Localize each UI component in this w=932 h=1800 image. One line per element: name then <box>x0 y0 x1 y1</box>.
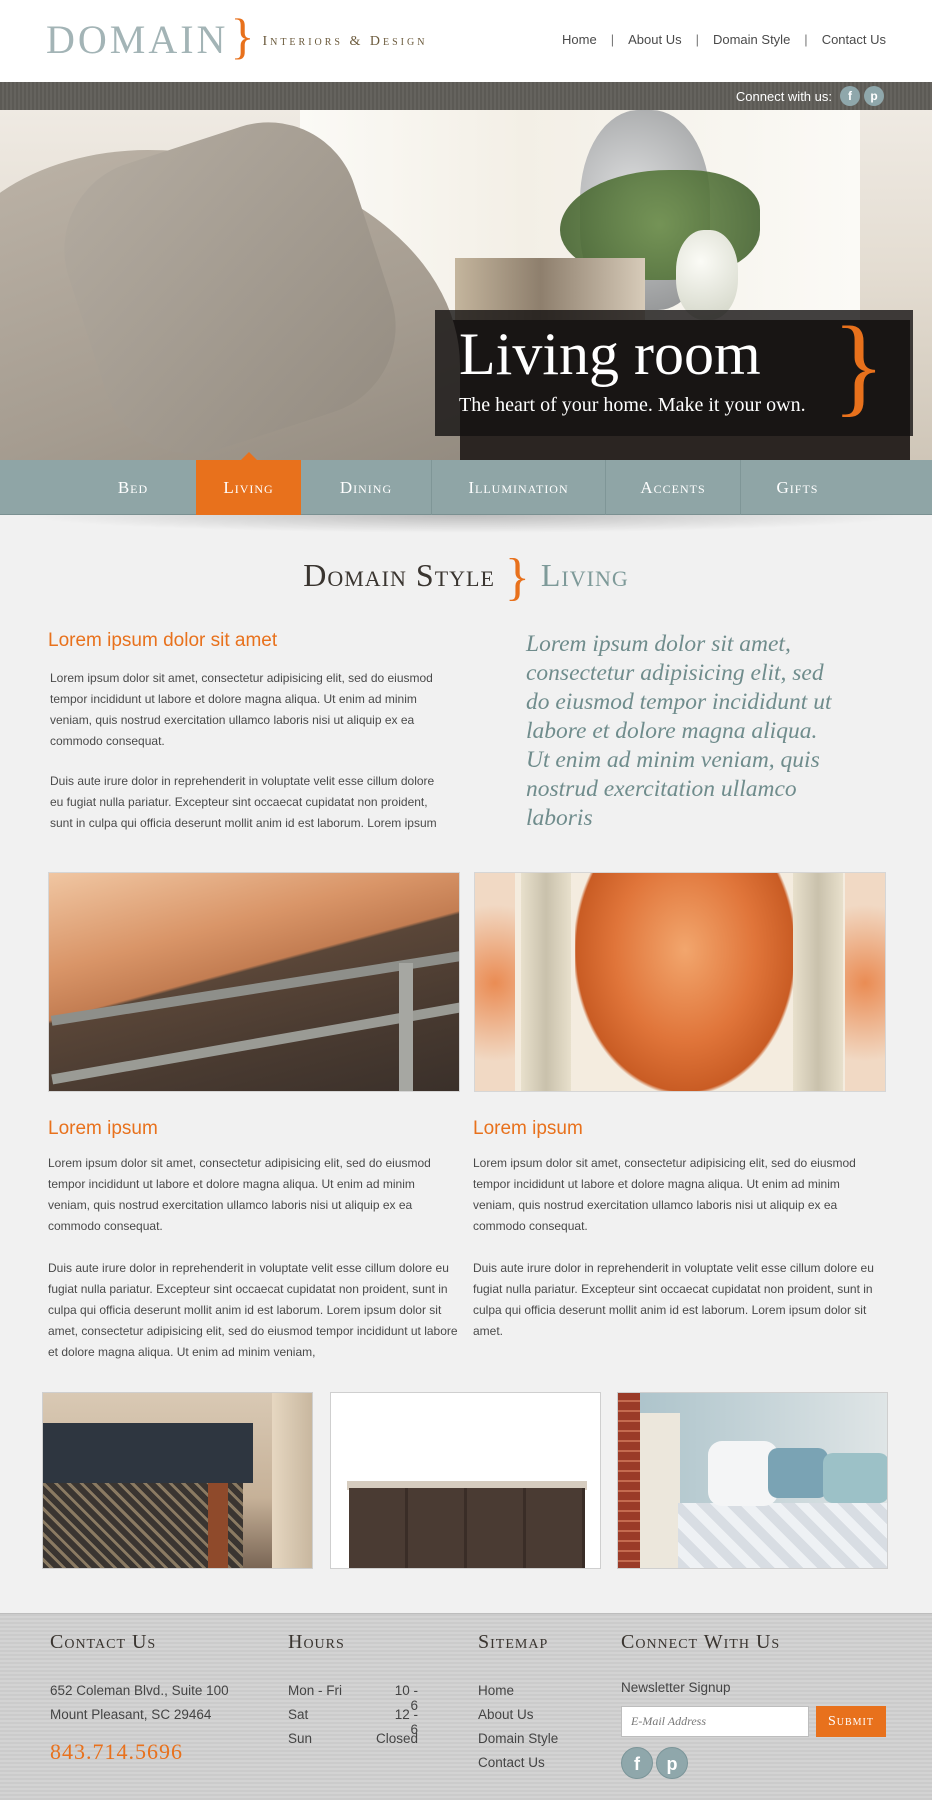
sitemap-link-contact-us[interactable]: Contact Us <box>478 1755 545 1770</box>
column-1-heading: Lorem ipsum <box>48 1118 158 1139</box>
section-title: Domain Style} Living <box>0 548 932 607</box>
octopus-print-image <box>474 872 886 1092</box>
image-detail <box>349 1488 585 1568</box>
footer-phone[interactable]: 843.714.5696 <box>50 1739 183 1765</box>
facebook-icon[interactable]: f <box>621 1747 653 1779</box>
category-dining[interactable]: Dining <box>301 460 431 515</box>
hours-day: Mon - Fri <box>288 1683 342 1698</box>
intro-paragraph-2: Duis aute irure dolor in reprehenderit i… <box>50 774 437 830</box>
column-2-paragraph-2: Duis aute irure dolor in reprehenderit i… <box>473 1261 874 1338</box>
pinterest-icon[interactable]: p <box>864 86 884 106</box>
wood-table-image <box>48 872 460 1092</box>
logo-tagline: Interiors & Design <box>262 34 428 49</box>
site-header: DOMAIN } Interiors & Design Home | About… <box>0 0 932 82</box>
image-detail <box>272 1393 312 1568</box>
desk-image <box>42 1392 313 1569</box>
topnav-about-us[interactable]: About Us <box>628 32 681 47</box>
image-detail <box>845 873 885 1091</box>
connect-label: Connect with us: <box>735 89 832 104</box>
section-title-main: Domain Style <box>303 557 495 593</box>
image-detail <box>768 1448 828 1498</box>
sitemap-link-domain-style[interactable]: Domain Style <box>478 1731 558 1746</box>
top-navigation: Home | About Us | Domain Style | Contact… <box>562 32 886 47</box>
daybed-image <box>617 1392 888 1569</box>
nav-separator: | <box>610 32 615 47</box>
image-detail <box>640 1413 680 1568</box>
hours-day: Sun <box>288 1731 313 1746</box>
brace-icon: } <box>504 549 531 606</box>
topnav-home[interactable]: Home <box>562 32 597 47</box>
logo-word: DOMAIN <box>46 16 229 62</box>
logo-brace-icon: } <box>230 8 255 64</box>
category-illumination[interactable]: Illumination <box>432 460 605 515</box>
footer-connect-heading: Connect With Us <box>621 1631 781 1653</box>
image-detail <box>43 1423 253 1483</box>
intro-heading: Lorem ipsum dolor sit amet <box>48 630 278 651</box>
column-2-heading: Lorem ipsum <box>473 1118 583 1139</box>
category-gifts[interactable]: Gifts <box>741 460 854 515</box>
hero-banner: Living room The heart of your home. Make… <box>0 110 932 460</box>
column-2-paragraph-1: Lorem ipsum dolor sit amet, consectetur … <box>473 1156 856 1233</box>
footer-address-line-1: 652 Coleman Blvd., Suite 100 <box>50 1683 229 1698</box>
hero-title: Living room <box>459 321 761 387</box>
connect-bar: Connect with us: f p <box>0 82 932 110</box>
hours-time: Closed <box>375 1731 418 1746</box>
image-detail <box>475 873 515 1091</box>
nav-shadow <box>20 515 912 533</box>
newsletter-label: Newsletter Signup <box>621 1680 731 1695</box>
topnav-domain-style[interactable]: Domain Style <box>713 32 790 47</box>
brace-icon: } <box>832 304 885 426</box>
category-navigation: Bed Living Dining Illumination Accents G… <box>0 452 932 515</box>
section-title-sub: Living <box>540 557 629 593</box>
image-detail <box>823 1453 887 1503</box>
image-detail <box>793 873 843 1091</box>
image-detail <box>521 873 571 1091</box>
facebook-icon[interactable]: f <box>840 86 860 106</box>
column-1-paragraph-1: Lorem ipsum dolor sit amet, consectetur … <box>48 1156 431 1233</box>
category-living[interactable]: Living <box>196 452 301 515</box>
image-detail <box>678 1503 887 1568</box>
hero-jar <box>676 230 738 320</box>
newsletter-email-input[interactable] <box>621 1706 809 1737</box>
logo[interactable]: DOMAIN } Interiors & Design <box>46 8 428 64</box>
footer-sitemap-heading: Sitemap <box>478 1631 549 1653</box>
intro-paragraph-1: Lorem ipsum dolor sit amet, consectetur … <box>50 671 433 748</box>
image-detail <box>399 963 413 1091</box>
pinterest-icon[interactable]: p <box>656 1747 688 1779</box>
hero-subtitle: The heart of your home. Make it your own… <box>459 394 806 416</box>
image-detail <box>575 873 795 1091</box>
intro-quote: Lorem ipsum dolor sit amet, consectetur … <box>526 631 832 831</box>
image-detail <box>208 1483 228 1568</box>
nav-separator: | <box>804 32 808 47</box>
hero-caption: Living room The heart of your home. Make… <box>435 310 913 436</box>
nav-separator: | <box>695 32 699 47</box>
sitemap-link-about-us[interactable]: About Us <box>478 1707 534 1722</box>
topnav-contact-us[interactable]: Contact Us <box>822 32 886 47</box>
footer-hours-heading: Hours <box>288 1631 345 1653</box>
category-bed[interactable]: Bed <box>98 460 168 515</box>
hours-day: Sat <box>288 1707 309 1722</box>
cabinet-image <box>330 1392 601 1569</box>
site-footer: Contact Us 652 Coleman Blvd., Suite 100 … <box>0 1613 932 1800</box>
category-accents[interactable]: Accents <box>606 460 740 515</box>
sitemap-link-home[interactable]: Home <box>478 1683 514 1698</box>
column-1-paragraph-2: Duis aute irure dolor in reprehenderit i… <box>48 1261 458 1359</box>
footer-address-line-2: Mount Pleasant, SC 29464 <box>50 1707 212 1722</box>
footer-contact-heading: Contact Us <box>50 1631 157 1653</box>
image-detail <box>618 1393 640 1568</box>
newsletter-submit-button[interactable]: Submit <box>816 1706 886 1737</box>
